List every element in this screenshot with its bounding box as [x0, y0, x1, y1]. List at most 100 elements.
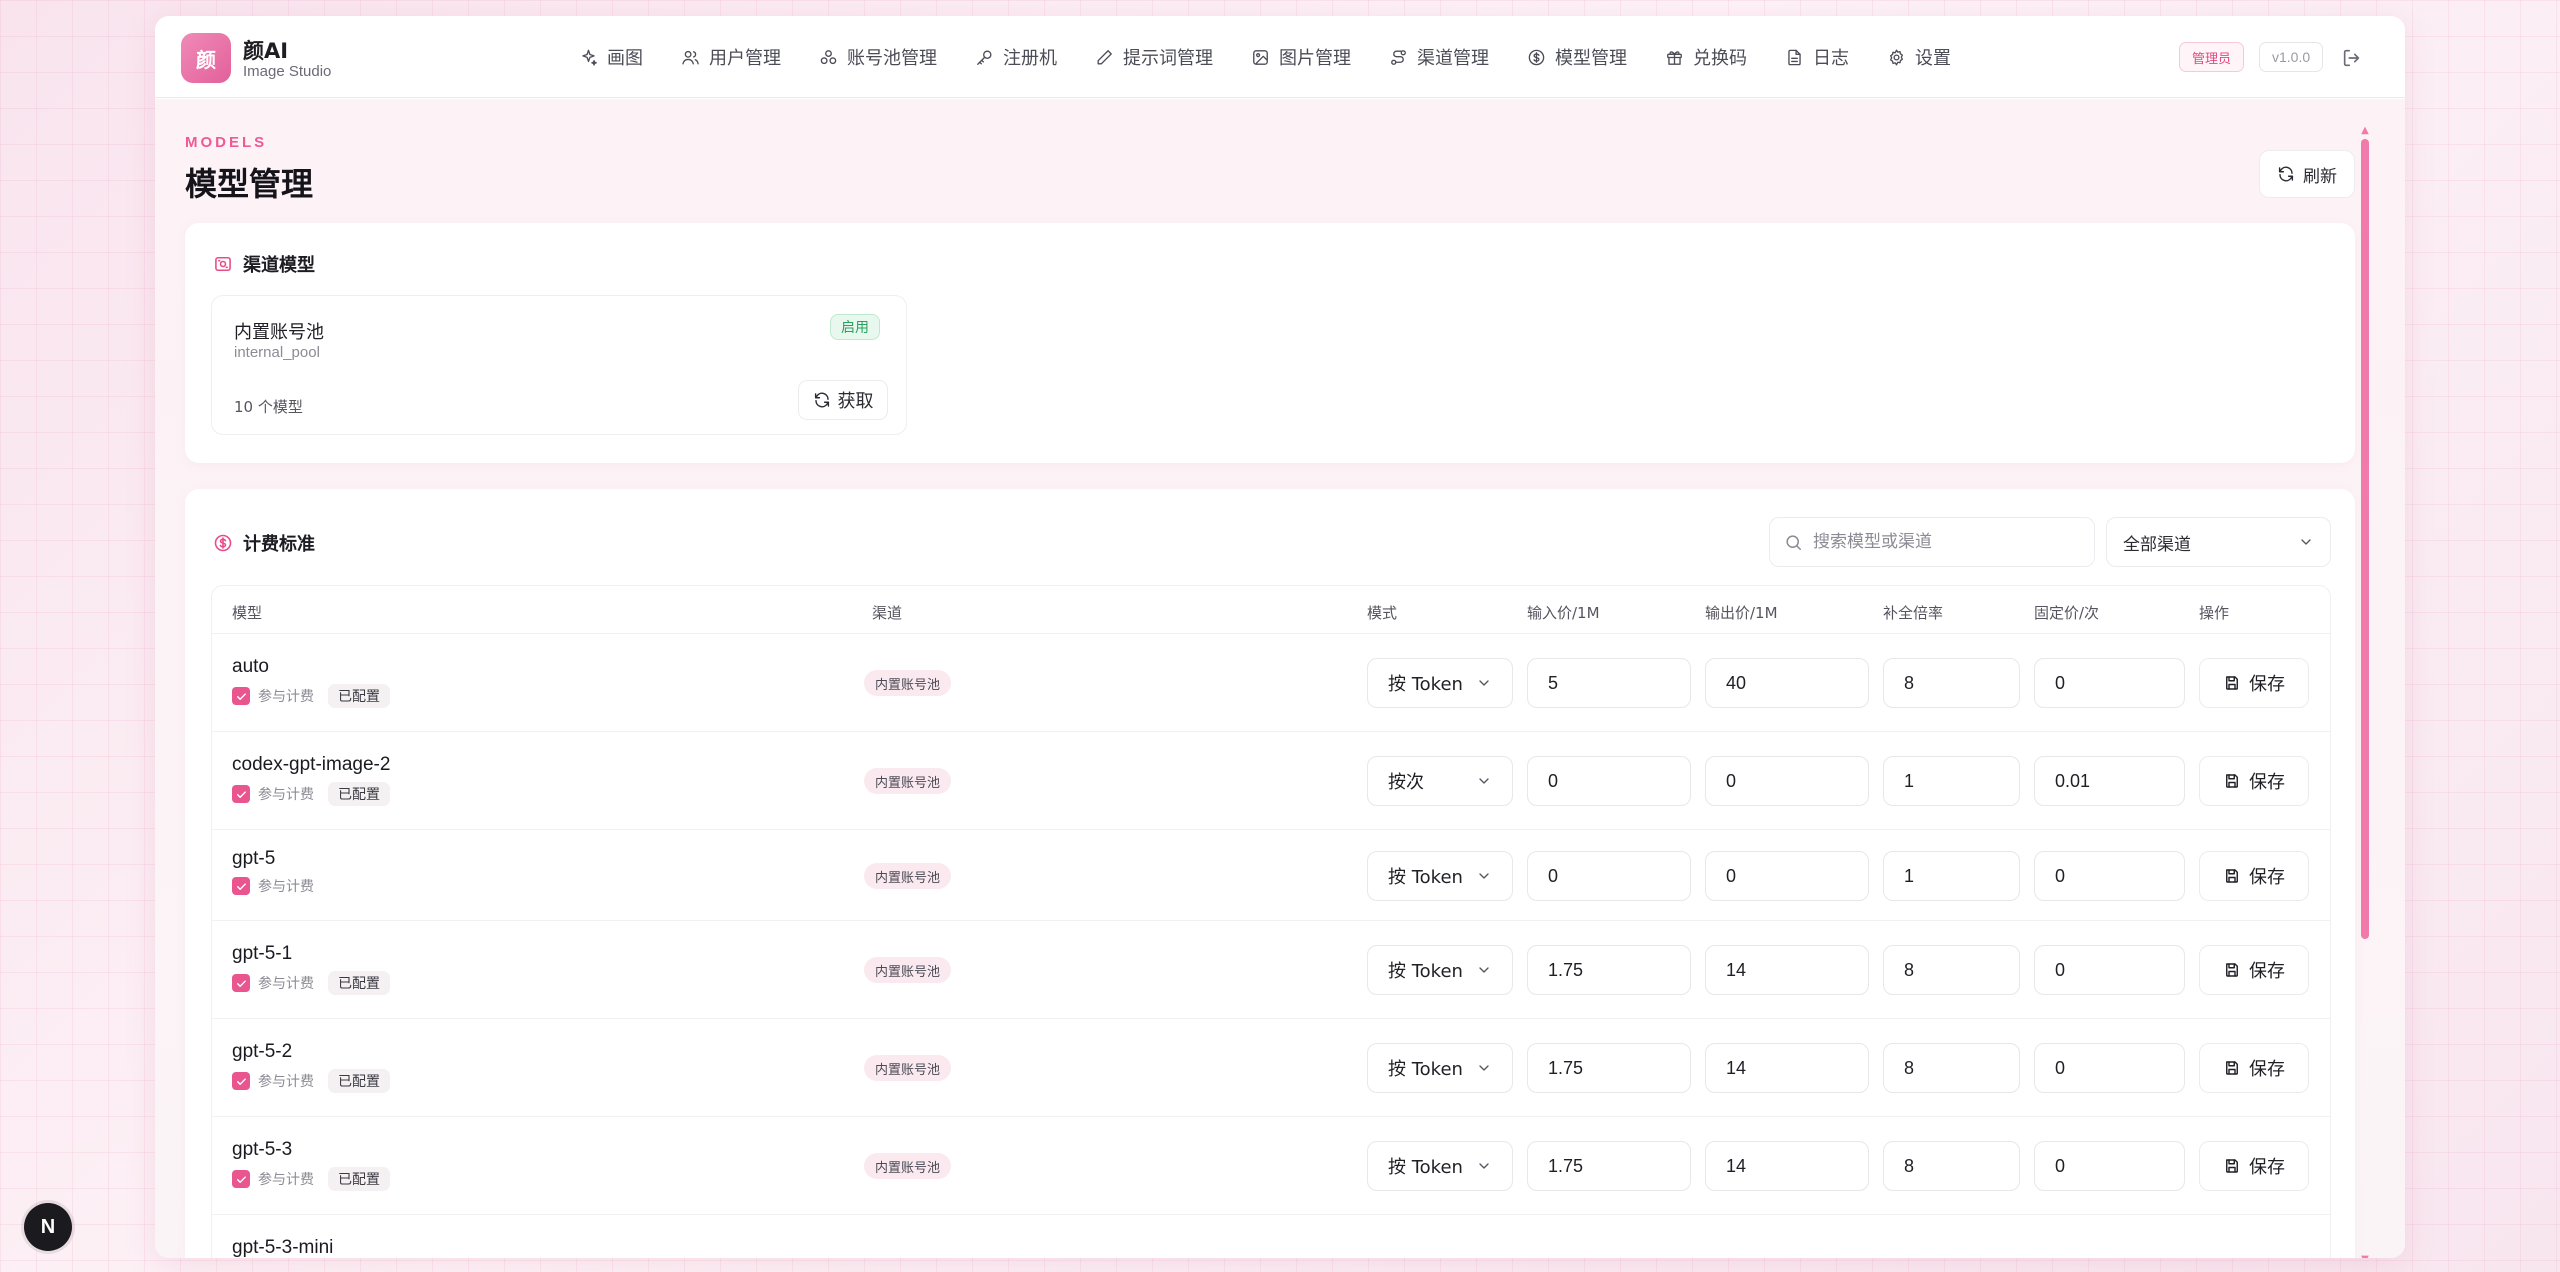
nav-item-draw[interactable]: 画图: [560, 44, 662, 70]
input-price-field[interactable]: 1.75: [1527, 1141, 1691, 1191]
nav-label: 注册机: [1003, 48, 1057, 69]
billing-mode-select[interactable]: 按 Token: [1367, 1043, 1513, 1093]
input-price-field[interactable]: 1.75: [1527, 1043, 1691, 1093]
table-row: gpt-5-3 参与计费 已配置 内置账号池 按 Token 1.75 14 8 0 保存: [212, 1117, 2330, 1215]
completion-ratio-field[interactable]: 8: [1883, 658, 2020, 708]
save-button[interactable]: 保存: [2199, 851, 2309, 901]
check-icon: [236, 979, 246, 987]
save-icon: [2226, 676, 2238, 690]
billing-mode-select[interactable]: 按 Token: [1367, 851, 1513, 901]
billing-checkbox[interactable]: [232, 1072, 250, 1090]
dev-tools-badge[interactable]: N: [24, 1203, 72, 1251]
save-button[interactable]: 保存: [2199, 945, 2309, 995]
output-price-field[interactable]: 0: [1705, 851, 1869, 901]
completion-ratio-field[interactable]: 8: [1883, 945, 2020, 995]
billing-checkbox[interactable]: [232, 877, 250, 895]
save-button[interactable]: 保存: [2199, 658, 2309, 708]
table-header: 模型 渠道 模式 输入价/1M 输出价/1M 补全倍率 固定价/次 操作: [212, 586, 2330, 634]
nav-item-prompts[interactable]: 提示词管理: [1076, 44, 1232, 70]
fixed-price-field[interactable]: 0: [2034, 945, 2185, 995]
billing-mode-select[interactable]: 按次: [1367, 756, 1513, 806]
fixed-price-field[interactable]: 0: [2034, 1043, 2185, 1093]
scroll-up-arrow[interactable]: ▲: [2361, 125, 2369, 136]
nav-item-channels[interactable]: 渠道管理: [1370, 44, 1508, 70]
scroll-thumb[interactable]: [2361, 139, 2369, 939]
save-button[interactable]: 保存: [2199, 1043, 2309, 1093]
channel-filter-select[interactable]: 全部渠道: [2106, 517, 2331, 567]
fixed-price-field[interactable]: 0.01: [2034, 756, 2185, 806]
section-title-channel-models: 渠道模型: [213, 251, 315, 277]
chevron-down-icon: [1479, 967, 1489, 973]
gift-icon: [1667, 50, 1682, 65]
billing-checkbox[interactable]: [232, 1170, 250, 1188]
completion-ratio-field[interactable]: 8: [1883, 1043, 2020, 1093]
nav-item-users[interactable]: 用户管理: [662, 44, 800, 70]
billing-checkbox[interactable]: [232, 974, 250, 992]
billing-mode-select[interactable]: 按 Token: [1367, 1141, 1513, 1191]
output-price-field[interactable]: 40: [1705, 658, 1869, 708]
billing-mode-select[interactable]: 按 Token: [1367, 945, 1513, 995]
channel-model-count: 10 个模型: [234, 398, 303, 416]
fetch-models-button[interactable]: 获取: [798, 380, 888, 420]
users-icon: [682, 50, 699, 65]
check-icon: [236, 882, 246, 890]
gear-icon: [1889, 49, 1904, 65]
billing-checkbox[interactable]: [232, 785, 250, 803]
output-price-field[interactable]: 14: [1705, 1141, 1869, 1191]
billing-mode-value: 按次: [1388, 772, 1424, 793]
nav-item-register[interactable]: 注册机: [956, 44, 1076, 70]
dollar-circle-icon: [214, 534, 232, 552]
output-price-field[interactable]: 14: [1705, 1043, 1869, 1093]
logout-button[interactable]: [2341, 47, 2363, 69]
model-search-box[interactable]: [1769, 517, 2095, 567]
section-title-text: 计费标准: [243, 534, 315, 555]
output-price-field[interactable]: 14: [1705, 945, 1869, 995]
model-name: gpt-5-1: [232, 943, 293, 964]
model-name: gpt-5-2: [232, 1041, 293, 1062]
completion-ratio-field[interactable]: 8: [1883, 1141, 2020, 1191]
refresh-label: 刷新: [2303, 166, 2337, 187]
table-row: auto 参与计费 已配置 内置账号池 按 Token 5 40 8 0 保存: [212, 634, 2330, 732]
fixed-price-field[interactable]: 0: [2034, 851, 2185, 901]
brand-logo[interactable]: 颜: [181, 33, 231, 83]
input-price-field[interactable]: 5: [1527, 658, 1691, 708]
model-search-input[interactable]: [1813, 532, 2073, 552]
save-button[interactable]: 保存: [2199, 756, 2309, 806]
billing-mode-select[interactable]: 按 Token: [1367, 658, 1513, 708]
nav-item-redeem-codes[interactable]: 兑换码: [1646, 44, 1766, 70]
save-label: 保存: [2249, 961, 2285, 982]
input-price-field[interactable]: 0: [1527, 756, 1691, 806]
billing-label: 参与计费: [258, 689, 314, 705]
channel-chip: 内置账号池: [864, 768, 952, 794]
pricing-card: 计费标准 全部渠道 模型 渠道 模式 输入价/1M 输出价/1M 补全倍率 固定…: [185, 489, 2355, 1258]
fixed-price-field[interactable]: 0: [2034, 1141, 2185, 1191]
nav-item-settings[interactable]: 设置: [1868, 44, 1970, 70]
section-title-text: 渠道模型: [243, 255, 315, 276]
input-price-field[interactable]: 0: [1527, 851, 1691, 901]
table-row: gpt-5-3-mini: [212, 1215, 2330, 1258]
nav-item-logs[interactable]: 日志: [1766, 44, 1868, 70]
output-price-field[interactable]: 0: [1705, 756, 1869, 806]
nav-item-account-pool[interactable]: 账号池管理: [800, 44, 956, 70]
completion-ratio-field[interactable]: 1: [1883, 756, 2020, 806]
page-scrollbar[interactable]: ▲ ▼: [2361, 125, 2369, 1258]
save-icon: [2226, 963, 2238, 977]
configured-badge: 已配置: [328, 1069, 390, 1093]
nav-label: 账号池管理: [847, 48, 937, 69]
channel-name: 内置账号池: [234, 322, 324, 343]
completion-ratio-field[interactable]: 1: [1883, 851, 2020, 901]
main-nav: 画图 用户管理 账号池管理 注册机 提示词管理 图片管理 渠道管理 模型管理 兑…: [560, 16, 1970, 98]
refresh-button[interactable]: 刷新: [2259, 150, 2355, 198]
refresh-icon: [814, 392, 829, 408]
scroll-down-arrow[interactable]: ▼: [2361, 1254, 2369, 1258]
chevron-down-icon: [1479, 778, 1489, 784]
chevron-down-icon: [1479, 680, 1489, 686]
billing-checkbox[interactable]: [232, 687, 250, 705]
fixed-price-field[interactable]: 0: [2034, 658, 2185, 708]
channel-card-internal-pool[interactable]: 内置账号池 internal_pool 启用 10 个模型 获取: [211, 295, 907, 435]
nav-item-images[interactable]: 图片管理: [1232, 44, 1370, 70]
save-button[interactable]: 保存: [2199, 1141, 2309, 1191]
input-price-field[interactable]: 1.75: [1527, 945, 1691, 995]
chevron-down-icon: [1479, 873, 1489, 879]
nav-item-models[interactable]: 模型管理: [1508, 44, 1646, 70]
